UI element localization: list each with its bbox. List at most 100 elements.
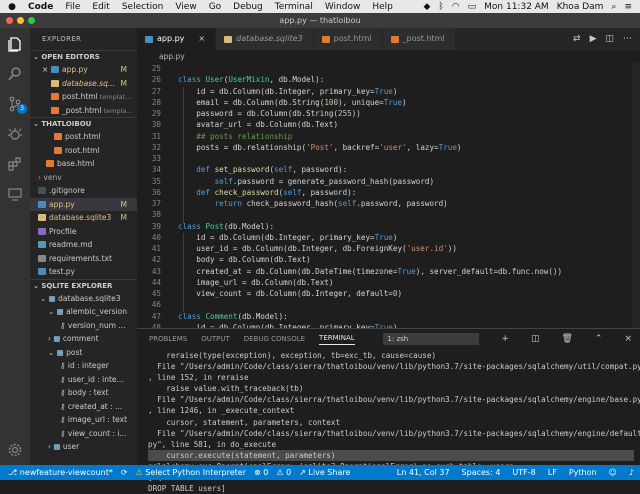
file-tree-item[interactable]: › venv — [30, 171, 137, 185]
menu-terminal[interactable]: Terminal — [275, 2, 313, 12]
more-actions-icon[interactable]: ⋯ — [623, 34, 632, 44]
encoding[interactable]: UTF-8 — [512, 468, 535, 477]
sqlite-tree-item[interactable]: ⚷ user_id : inte... — [30, 373, 137, 387]
file-tree-item[interactable]: requirements.txt — [30, 252, 137, 266]
tab--post-html[interactable]: _post.html — [382, 28, 456, 50]
python-interpreter[interactable]: ⚠ Select Python Interpreter — [136, 468, 246, 477]
breadcrumb[interactable]: app.py — [137, 50, 640, 63]
run-icon[interactable]: ▶ — [590, 34, 597, 44]
file-tree-item[interactable]: Procfile — [30, 225, 137, 239]
extensions-icon[interactable] — [7, 156, 23, 172]
tab-problems[interactable]: PROBLEMS — [149, 335, 187, 343]
sqlite-tree-item[interactable]: ⚷ created_at : ... — [30, 400, 137, 414]
settings-gear-icon[interactable] — [7, 442, 23, 458]
debug-icon[interactable] — [7, 126, 23, 142]
sqlite-tree-item[interactable]: ⌄ ▦ post — [30, 346, 137, 360]
branch-status[interactable]: ⎇ newfeature-viewcount* — [8, 468, 113, 477]
trash-icon[interactable]: 🗑 — [561, 334, 572, 344]
tab-debug-console[interactable]: DEBUG CONSOLE — [244, 335, 305, 343]
error-count[interactable]: ⊗ 0 — [254, 468, 268, 477]
open-editor-item[interactable]: _post.html templa... — [30, 104, 137, 118]
close-panel-icon[interactable]: × — [624, 334, 632, 344]
wifi-icon[interactable]: ◠ — [452, 2, 460, 12]
file-tree-item[interactable]: .gitignore — [30, 184, 137, 198]
split-editor-icon[interactable]: ◫ — [605, 34, 614, 44]
maximize-panel-icon[interactable]: ⌃ — [595, 334, 603, 344]
tab-post-html[interactable]: post.html — [313, 28, 383, 50]
language-mode[interactable]: Python — [569, 468, 597, 477]
search-icon[interactable] — [7, 66, 23, 82]
close-icon[interactable]: × — [42, 63, 51, 77]
project-section[interactable]: ⌄ THATLOIBOU — [30, 117, 137, 130]
file-tree-item[interactable]: root.html — [30, 144, 137, 158]
menu-go[interactable]: Go — [209, 2, 221, 12]
sqlite-tree-item[interactable]: › ▦ comment — [30, 332, 137, 346]
bluetooth-icon[interactable]: ᛒ — [438, 2, 443, 12]
sqlite-tree-item[interactable]: ⚷ image_url : text — [30, 413, 137, 427]
open-editor-item[interactable]: post.html templat... — [30, 90, 137, 104]
sqlite-tree-item[interactable]: ⚷ body : text — [30, 386, 137, 400]
code-editor[interactable]: 25 26 class User(UserMixin, db.Model): 27 i… — [137, 63, 640, 328]
tree-label: alembic_version — [66, 307, 127, 316]
menu-help[interactable]: Help — [372, 2, 393, 12]
sqlite-explorer-section[interactable]: ⌄ SQLITE EXPLORER — [30, 278, 137, 292]
feedback-icon[interactable]: ☺ — [609, 468, 617, 477]
tab-terminal[interactable]: TERMINAL — [319, 334, 355, 345]
git-branch-icon: ⎇ — [8, 468, 20, 477]
file-tree-item[interactable]: app.py M — [30, 197, 137, 211]
explorer-icon[interactable] — [7, 36, 23, 52]
end-of-line[interactable]: LF — [548, 468, 557, 477]
menu-selection[interactable]: Selection — [122, 2, 163, 12]
file-tree-item[interactable]: readme.md — [30, 238, 137, 252]
user-name[interactable]: Khoa Dam — [557, 2, 604, 12]
tab-app-py[interactable]: app.py × — [137, 28, 217, 50]
maximize-window-icon[interactable] — [28, 17, 35, 24]
file-tree-item[interactable]: test.py — [30, 265, 137, 279]
search-icon[interactable]: ⌕ — [611, 2, 616, 12]
open-editors-section[interactable]: ⌄ OPEN EDITORS — [30, 50, 137, 63]
cursor-position[interactable]: Ln 41, Col 37 — [397, 468, 450, 477]
open-editor-item[interactable]: database.sq... M — [30, 77, 137, 91]
file-tree-item[interactable]: post.html — [30, 130, 137, 144]
menu-debug[interactable]: Debug — [233, 2, 263, 12]
close-window-icon[interactable] — [6, 17, 13, 24]
live-share[interactable]: ↗ Live Share — [299, 468, 350, 477]
dropbox-icon[interactable]: ◆ — [423, 2, 430, 12]
terminal-line: File "/Users/admin/Code/class/sierra/tha… — [148, 395, 640, 405]
apple-icon[interactable]: ● — [6, 2, 18, 12]
menu-list-icon[interactable]: ≡ — [624, 2, 632, 12]
editor-scrollbar[interactable] — [632, 63, 640, 328]
sqlite-tree-item[interactable]: ⌄ ▦ alembic_version — [30, 305, 137, 319]
breadcrumb-file[interactable]: app.py — [159, 52, 185, 61]
menu-app-name[interactable]: Code — [28, 2, 53, 12]
sqlite-tree-item[interactable]: ⚷ version_num ... — [30, 319, 137, 333]
tab-label: _post.html — [402, 34, 445, 43]
notifications-icon[interactable]: ♪ — [629, 468, 634, 477]
file-tree-item[interactable]: base.html — [30, 157, 137, 171]
sqlite-tree-item[interactable]: ⚷ id : integer — [30, 359, 137, 373]
open-editor-item[interactable]: × app.py M — [30, 63, 137, 77]
file-tree-item[interactable]: database.sqlite3 M — [30, 211, 137, 225]
menu-file[interactable]: File — [65, 2, 80, 12]
tab-database-sqlite3[interactable]: database.sqlite3 — [216, 28, 314, 50]
menu-window[interactable]: Window — [325, 2, 361, 12]
compare-icon[interactable]: ⇄ — [573, 34, 581, 44]
file-name: post.html — [65, 132, 101, 141]
close-icon[interactable]: × — [198, 28, 205, 50]
sync-icon[interactable]: ⟳ — [121, 468, 128, 477]
add-terminal-icon[interactable]: + — [501, 334, 509, 344]
sqlite-tree-item[interactable]: ⌄ ▦ database.sqlite3 — [30, 292, 137, 306]
indentation[interactable]: Spaces: 4 — [462, 468, 501, 477]
terminal-select[interactable]: 1: zsh — [383, 333, 480, 345]
menu-edit[interactable]: Edit — [92, 2, 109, 12]
minimize-window-icon[interactable] — [17, 17, 24, 24]
sqlite-tree-item[interactable]: › ▦ user — [30, 440, 137, 454]
battery-icon[interactable]: ▭ — [468, 2, 477, 12]
tab-output[interactable]: OUTPUT — [201, 335, 230, 343]
split-terminal-icon[interactable]: ◫ — [531, 334, 540, 344]
menu-view[interactable]: View — [175, 2, 196, 12]
remote-explorer-icon[interactable] — [7, 186, 23, 202]
warning-count[interactable]: ⚠ 0 — [276, 468, 291, 477]
clock[interactable]: Mon 11:32 AM — [484, 2, 549, 12]
sqlite-tree-item[interactable]: ⚷ view_count : i... — [30, 427, 137, 441]
